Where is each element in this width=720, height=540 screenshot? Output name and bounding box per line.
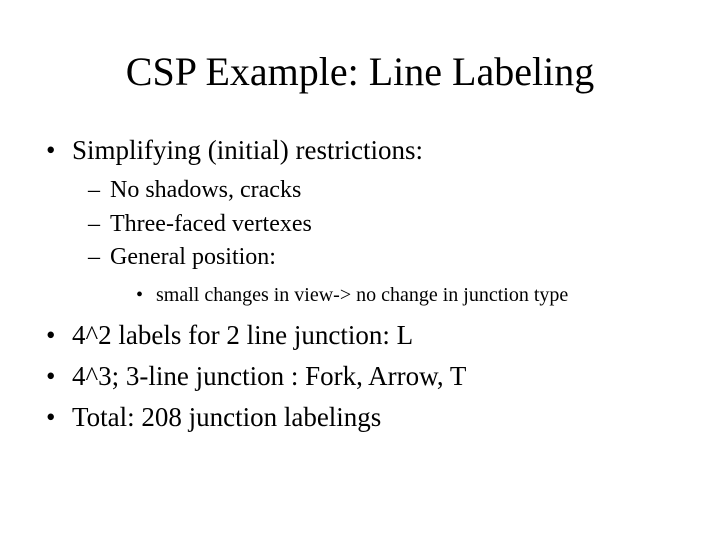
list-item: Three-faced vertexes [88,208,684,242]
slide-title: CSP Example: Line Labeling [36,48,684,95]
bullet-text: General position: [110,244,276,270]
list-item: small changes in view-> no change in jun… [136,281,684,310]
bullet-text: 4^3; 3-line junction : Fork, Arrow, T [72,361,466,391]
list-item: Total: 208 junction labelings [46,398,684,437]
bullet-list: Simplifying (initial) restrictions: No s… [36,131,684,437]
bullet-text: Simplifying (initial) restrictions: [72,135,423,165]
bullet-text: No shadows, cracks [110,177,301,203]
list-item: 4^2 labels for 2 line junction: L [46,316,684,355]
bullet-text: Total: 208 junction labelings [72,402,381,432]
list-item: General position: small changes in view-… [88,241,684,310]
bullet-text: Three-faced vertexes [110,211,312,237]
bullet-text: 4^2 labels for 2 line junction: L [72,320,413,350]
list-item: Simplifying (initial) restrictions: No s… [46,131,684,310]
list-item: No shadows, cracks [88,174,684,208]
bullet-text: small changes in view-> no change in jun… [156,284,568,306]
list-item: 4^3; 3-line junction : Fork, Arrow, T [46,357,684,396]
sub-sub-list: small changes in view-> no change in jun… [110,281,684,310]
sub-list: No shadows, cracks Three-faced vertexes … [72,174,684,310]
